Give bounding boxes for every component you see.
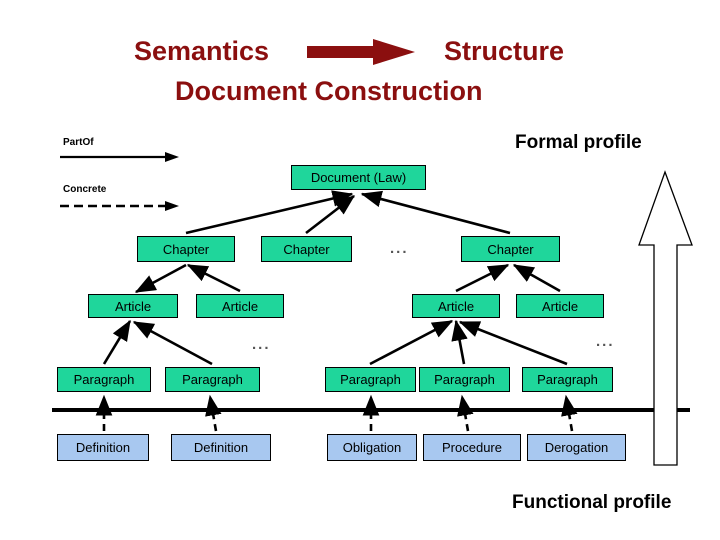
- page-subtitle: Document Construction: [175, 76, 483, 106]
- node-paragraphs-0[interactable]: Paragraph: [57, 367, 151, 392]
- ellipsis-mark-1: ...: [252, 336, 271, 353]
- node-paragraphs-3[interactable]: Paragraph: [419, 367, 510, 392]
- node-articles-2[interactable]: Article: [412, 294, 500, 318]
- node-articles-0[interactable]: Article: [88, 294, 178, 318]
- node-paragraphs-4[interactable]: Paragraph: [522, 367, 613, 392]
- node-functions-1[interactable]: Definition: [171, 434, 271, 461]
- node-functions-2[interactable]: Obligation: [327, 434, 417, 461]
- node-articles-1[interactable]: Article: [196, 294, 284, 318]
- node-functions-3[interactable]: Procedure: [423, 434, 521, 461]
- node-chapters-1[interactable]: Chapter: [261, 236, 352, 262]
- node-articles-3[interactable]: Article: [516, 294, 604, 318]
- node-chapters-2[interactable]: Chapter: [461, 236, 560, 262]
- node-chapters-0[interactable]: Chapter: [137, 236, 235, 262]
- solid-arrow-icon: [60, 152, 179, 162]
- functional-profile-label: Functional profile: [512, 492, 672, 513]
- node-functions-0[interactable]: Definition: [57, 434, 149, 461]
- ellipsis-mark-0: ...: [390, 240, 409, 257]
- formal-profile-label: Formal profile: [515, 132, 642, 153]
- title-semantics: Semantics: [134, 36, 270, 66]
- node-functions-4[interactable]: Derogation: [527, 434, 626, 461]
- title-structure: Structure: [444, 36, 565, 66]
- right-arrow-icon: [307, 39, 415, 65]
- legend-item-concrete-label: Concrete: [63, 184, 107, 195]
- node-root[interactable]: Document (Law): [291, 165, 426, 190]
- ellipsis-mark-2: ...: [596, 333, 615, 350]
- node-paragraphs-1[interactable]: Paragraph: [165, 367, 260, 392]
- legend-item-partof-label: PartOf: [63, 137, 94, 148]
- node-paragraphs-2[interactable]: Paragraph: [325, 367, 416, 392]
- dashed-arrow-icon: [60, 201, 179, 211]
- diagram-canvas: Semantics Structure Document Constructio…: [0, 0, 720, 540]
